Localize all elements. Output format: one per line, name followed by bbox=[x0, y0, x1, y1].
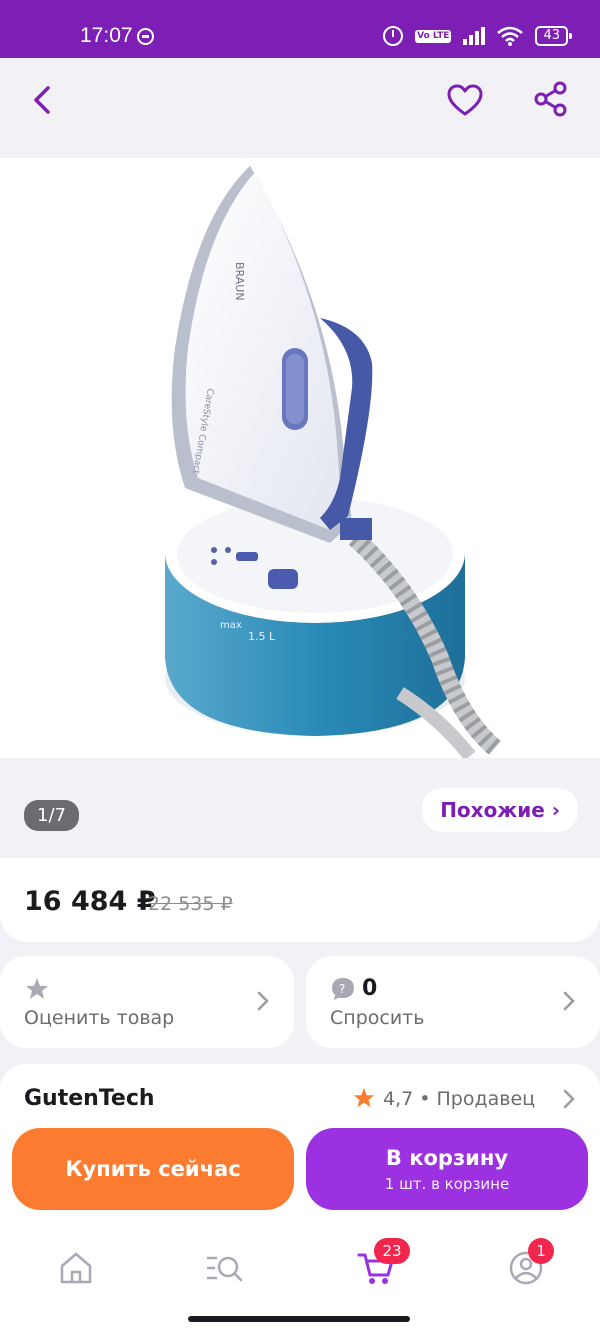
home-icon[interactable] bbox=[56, 1248, 96, 1288]
volte-icon: Vo LTE bbox=[415, 29, 452, 43]
rate-product-card[interactable]: Оценить товар bbox=[0, 956, 294, 1048]
seller-name: GutenTech bbox=[24, 1086, 155, 1111]
scale-max-label: max bbox=[220, 620, 242, 631]
chevron-right-icon bbox=[563, 991, 575, 1011]
seller-rating: 4,7 • Продавец bbox=[383, 1088, 536, 1110]
svg-text:?: ? bbox=[339, 982, 345, 996]
current-price: 16 484 ₽ bbox=[24, 886, 156, 917]
home-indicator bbox=[188, 1316, 410, 1322]
status-icons: Vo LTE 43 bbox=[383, 26, 572, 46]
star-icon bbox=[353, 1087, 375, 1108]
share-icon[interactable] bbox=[532, 80, 570, 118]
old-price: 22 535 ₽ bbox=[148, 893, 233, 915]
cart-quantity-hint: 1 шт. в корзине bbox=[384, 1175, 510, 1193]
chevron-right-icon bbox=[563, 1089, 575, 1109]
gallery-footer: 1/7 Похожие › bbox=[0, 758, 600, 858]
catalog-search-icon[interactable] bbox=[204, 1248, 244, 1288]
ask-label: Спросить bbox=[330, 1007, 425, 1029]
action-bar: Купить сейчас В корзину 1 шт. в корзине bbox=[0, 1112, 600, 1222]
star-icon bbox=[26, 978, 48, 999]
scale-value-label: 1.5 L bbox=[248, 630, 276, 643]
app-header bbox=[0, 58, 600, 158]
profile-notification-badge: 1 bbox=[528, 1238, 554, 1264]
status-bar: 17:07 Vo LTE 43 bbox=[0, 0, 600, 58]
question-bubble-icon: ? bbox=[332, 978, 354, 1000]
status-time: 17:07 bbox=[80, 24, 133, 47]
product-image: max 1.5 L BRAUN CareStyle Compact bbox=[165, 166, 502, 758]
battery-icon: 43 bbox=[535, 26, 572, 46]
brand-label: BRAUN bbox=[233, 262, 246, 301]
wifi-icon bbox=[497, 26, 524, 46]
add-to-cart-button[interactable]: В корзину 1 шт. в корзине bbox=[306, 1128, 588, 1210]
add-to-cart-label: В корзину bbox=[385, 1146, 509, 1170]
dnd-icon bbox=[137, 28, 154, 45]
price-card: 16 484 ₽ 22 535 ₽ bbox=[0, 858, 600, 942]
chevron-left-icon[interactable] bbox=[24, 80, 60, 120]
heart-icon[interactable] bbox=[446, 82, 484, 118]
image-counter: 1/7 bbox=[24, 800, 79, 831]
similar-button[interactable]: Похожие › bbox=[422, 788, 578, 832]
counter-total: /7 bbox=[48, 805, 66, 826]
ask-question-card[interactable]: ? 0 Спросить bbox=[306, 956, 600, 1048]
cart-count-badge: 23 bbox=[374, 1238, 410, 1264]
alarm-icon bbox=[383, 26, 404, 46]
chevron-right-icon bbox=[257, 991, 269, 1011]
product-gallery[interactable]: max 1.5 L BRAUN CareStyle Compact bbox=[0, 158, 600, 758]
buy-now-button[interactable]: Купить сейчас bbox=[12, 1128, 294, 1210]
counter-current: 1 bbox=[37, 805, 49, 826]
rate-product-label: Оценить товар bbox=[24, 1007, 175, 1029]
signal-icon bbox=[463, 27, 486, 45]
questions-count: 0 bbox=[362, 976, 378, 1001]
